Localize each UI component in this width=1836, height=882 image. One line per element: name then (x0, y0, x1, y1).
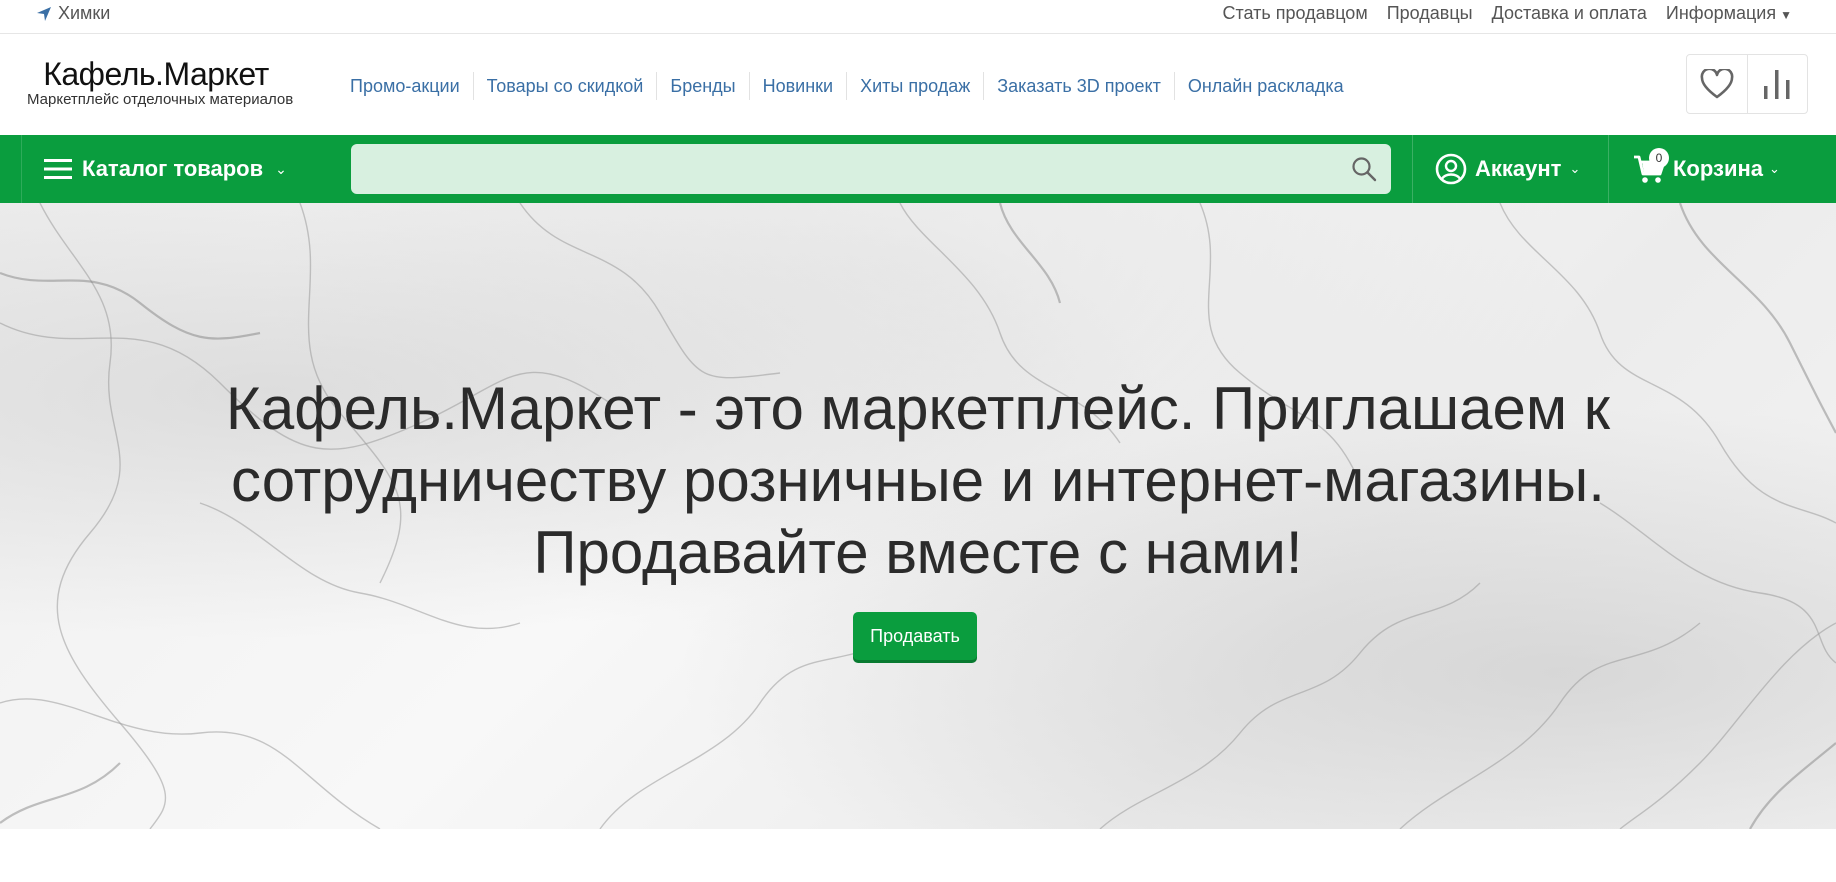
green-nav-bar: Каталог товаров ⌄ Аккаунт ⌄ 0 Корзина ⌄ (0, 135, 1836, 203)
city-label: Химки (58, 3, 111, 23)
user-circle-icon (1435, 153, 1467, 185)
cart-count-badge: 0 (1649, 148, 1669, 168)
top-links: Стать продавцом Продавцы Доставка и опла… (1222, 3, 1792, 24)
logo-tagline: Маркетплейс отделочных материалов (27, 91, 294, 108)
city-selector[interactable]: Химки (36, 3, 110, 24)
chevron-down-icon: ⌄ (1569, 161, 1581, 176)
nav-brands[interactable]: Бренды (656, 72, 748, 100)
cart-button[interactable]: 0 Корзина ⌄ (1608, 135, 1836, 203)
cart-icon-wrap: 0 (1633, 148, 1669, 186)
heart-icon (1700, 69, 1734, 99)
catalog-label: Каталог товаров (82, 156, 264, 181)
logo-name: Кафель.Маркет (43, 56, 269, 92)
account-label: Аккаунт (1475, 156, 1562, 181)
bar-chart-icon (1764, 70, 1790, 99)
hero-headline: Кафель.Маркет - это маркетплейс. Приглаш… (225, 375, 1611, 586)
top-utility-bar: Химки Стать продавцом Продавцы Доставка … (0, 0, 1836, 34)
header-action-buttons (1686, 54, 1808, 114)
info-dropdown[interactable]: Информация ▼ (1666, 3, 1792, 24)
nav-promo[interactable]: Промо-акции (337, 72, 473, 100)
chevron-down-icon: ⌄ (275, 160, 287, 177)
search-icon[interactable] (1351, 156, 1377, 182)
hamburger-icon (44, 159, 72, 179)
nav-bestsellers[interactable]: Хиты продаж (846, 72, 983, 100)
become-seller-link[interactable]: Стать продавцом (1222, 3, 1367, 24)
info-label: Информация (1665, 3, 1777, 23)
cart-label: Корзина (1673, 156, 1763, 181)
nav-3d-project[interactable]: Заказать 3D проект (983, 72, 1174, 100)
search-box (351, 144, 1391, 194)
favorites-button[interactable] (1687, 55, 1747, 113)
location-arrow-icon (37, 6, 51, 21)
hero-banner: Кафель.Маркет - это маркетплейс. Приглаш… (0, 203, 1836, 829)
search-input[interactable] (351, 144, 1391, 194)
main-nav: Промо-акции Товары со скидкой Бренды Нов… (337, 72, 1357, 100)
nav-online-layout[interactable]: Онлайн раскладка (1173, 72, 1357, 100)
compare-button[interactable] (1746, 55, 1808, 113)
site-header: Кафель.Маркет Маркетплейс отделочных мат… (0, 34, 1836, 135)
caret-down-icon: ▼ (1780, 8, 1792, 22)
nav-discounts[interactable]: Товары со скидкой (472, 72, 657, 100)
logo[interactable]: Кафель.Маркет Маркетплейс отделочных мат… (27, 56, 307, 108)
sell-button[interactable]: Продавать (853, 612, 977, 660)
account-button[interactable]: Аккаунт ⌄ (1412, 135, 1608, 203)
catalog-button[interactable]: Каталог товаров ⌄ (21, 135, 331, 203)
delivery-payment-link[interactable]: Доставка и оплата (1492, 3, 1647, 24)
chevron-down-icon: ⌄ (1769, 161, 1780, 176)
nav-new[interactable]: Новинки (748, 72, 847, 100)
sellers-link[interactable]: Продавцы (1387, 3, 1473, 24)
